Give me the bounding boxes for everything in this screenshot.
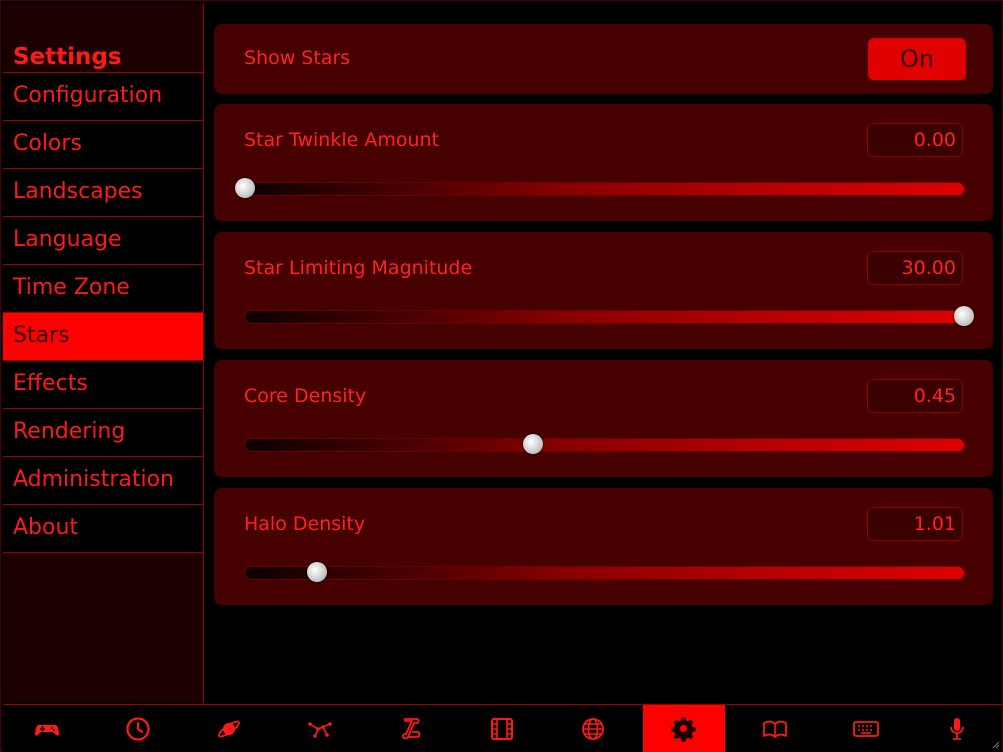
microphone-button[interactable] bbox=[916, 705, 998, 752]
app-window: Settings Configuration Colors Landscapes… bbox=[0, 0, 1003, 752]
sidebar-item-about[interactable]: About bbox=[3, 504, 203, 553]
halo-density-value-field[interactable]: 1.01 bbox=[867, 507, 963, 541]
core-density-value-field[interactable]: 0.45 bbox=[867, 379, 963, 413]
sidebar-item-rendering[interactable]: Rendering bbox=[3, 408, 203, 456]
sidebar-item-colors[interactable]: Colors bbox=[3, 120, 203, 168]
show-stars-label: Show Stars bbox=[244, 47, 351, 69]
gamepad-button[interactable] bbox=[6, 705, 88, 752]
gamepad-icon bbox=[34, 724, 60, 736]
halo-density-slider-track[interactable] bbox=[244, 562, 965, 582]
settings-sidebar: Settings Configuration Colors Landscapes… bbox=[3, 4, 204, 703]
clock-button[interactable] bbox=[97, 705, 179, 752]
planet-button[interactable] bbox=[188, 705, 270, 752]
microphone-icon bbox=[950, 717, 964, 740]
constellation-icon bbox=[308, 721, 332, 738]
sidebar-item-language[interactable]: Language bbox=[3, 216, 203, 264]
star-limiting-magnitude-label: Star Limiting Magnitude bbox=[244, 257, 473, 279]
clock-icon bbox=[126, 716, 150, 741]
sidebar-item-time-zone[interactable]: Time Zone bbox=[3, 264, 203, 312]
sidebar-item-effects[interactable]: Effects bbox=[3, 360, 203, 408]
keyboard-icon bbox=[853, 720, 879, 737]
show-stars-panel: Show Stars On bbox=[214, 24, 993, 94]
scroll-icon bbox=[402, 717, 421, 739]
star-limiting-magnitude-value-field[interactable]: 30.00 bbox=[867, 251, 963, 285]
core-density-panel: Core Density 0.45 bbox=[214, 360, 993, 477]
star-limiting-magnitude-panel: Star Limiting Magnitude 30.00 bbox=[214, 232, 993, 349]
core-density-label: Core Density bbox=[244, 385, 367, 407]
film-icon bbox=[491, 717, 513, 740]
keyboard-button[interactable] bbox=[825, 705, 907, 752]
sidebar-item-configuration[interactable]: Configuration bbox=[3, 72, 203, 120]
star-limiting-magnitude-slider-handle[interactable] bbox=[954, 306, 974, 326]
settings-button[interactable] bbox=[643, 705, 725, 752]
star-twinkle-value-field[interactable]: 0.00 bbox=[867, 123, 963, 157]
star-twinkle-label: Star Twinkle Amount bbox=[244, 129, 440, 151]
sidebar-item-landscapes[interactable]: Landscapes bbox=[3, 168, 203, 216]
sidebar-title: Settings bbox=[13, 44, 122, 70]
resize-grip-icon[interactable] bbox=[990, 739, 1000, 749]
gear-icon bbox=[671, 716, 696, 742]
core-density-slider-handle[interactable] bbox=[522, 434, 543, 454]
bottom-toolbar bbox=[3, 704, 1002, 752]
halo-density-panel: Halo Density 1.01 bbox=[214, 488, 993, 605]
star-twinkle-slider-track[interactable] bbox=[235, 178, 965, 198]
halo-density-label: Halo Density bbox=[244, 513, 366, 535]
book-icon bbox=[763, 720, 787, 738]
globe-button[interactable] bbox=[552, 705, 634, 752]
globe-icon bbox=[582, 717, 604, 740]
star-limiting-magnitude-slider-track[interactable] bbox=[244, 306, 974, 326]
sidebar-item-administration[interactable]: Administration bbox=[3, 456, 203, 504]
book-button[interactable] bbox=[734, 705, 816, 752]
star-twinkle-panel: Star Twinkle Amount 0.00 bbox=[214, 104, 993, 221]
scroll-button[interactable] bbox=[370, 705, 452, 752]
constellation-button[interactable] bbox=[279, 705, 361, 752]
film-button[interactable] bbox=[461, 705, 543, 752]
core-density-slider-track[interactable] bbox=[244, 434, 965, 454]
show-stars-toggle[interactable]: On bbox=[868, 38, 966, 80]
halo-density-slider-handle[interactable] bbox=[306, 562, 327, 582]
sidebar-list: Configuration Colors Landscapes Language… bbox=[3, 72, 203, 553]
sidebar-item-stars[interactable]: Stars bbox=[3, 312, 203, 360]
planet-icon bbox=[218, 720, 240, 737]
star-twinkle-slider-handle[interactable] bbox=[235, 178, 255, 198]
